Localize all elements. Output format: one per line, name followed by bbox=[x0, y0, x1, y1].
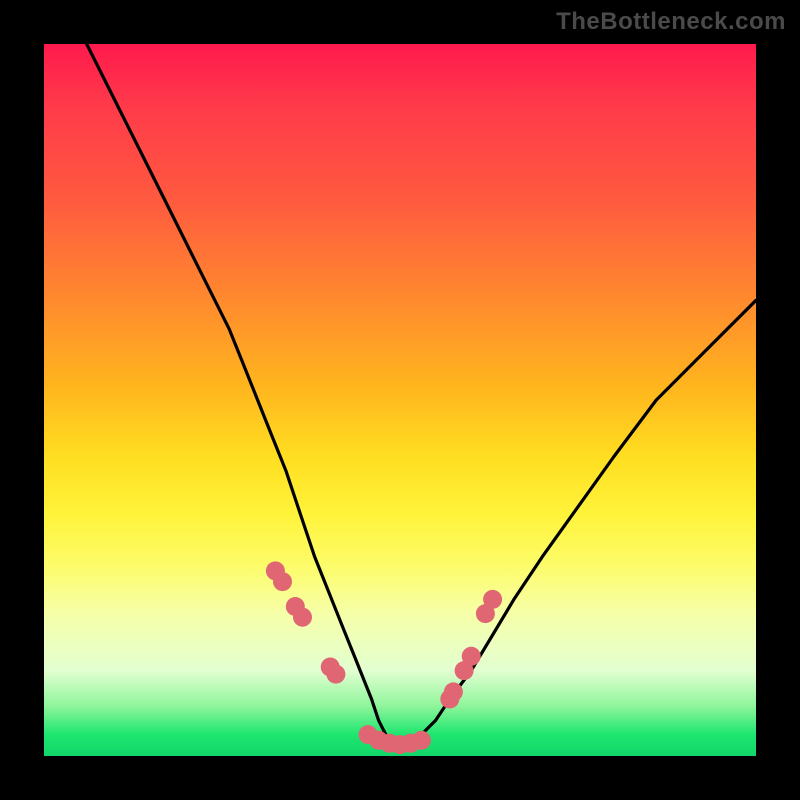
watermark-label: TheBottleneck.com bbox=[556, 8, 786, 36]
highlight-dot bbox=[412, 731, 431, 750]
bottleneck-curve bbox=[87, 44, 756, 749]
highlight-dot bbox=[326, 665, 345, 684]
plot-area bbox=[44, 44, 756, 756]
highlight-dot bbox=[483, 590, 502, 609]
curve-layer bbox=[44, 44, 756, 756]
highlight-dots bbox=[266, 561, 502, 754]
highlight-dot bbox=[444, 682, 463, 701]
highlight-dot bbox=[293, 608, 312, 627]
highlight-dot bbox=[273, 572, 292, 591]
highlight-dot bbox=[462, 647, 481, 666]
chart-frame: TheBottleneck.com bbox=[0, 0, 800, 800]
